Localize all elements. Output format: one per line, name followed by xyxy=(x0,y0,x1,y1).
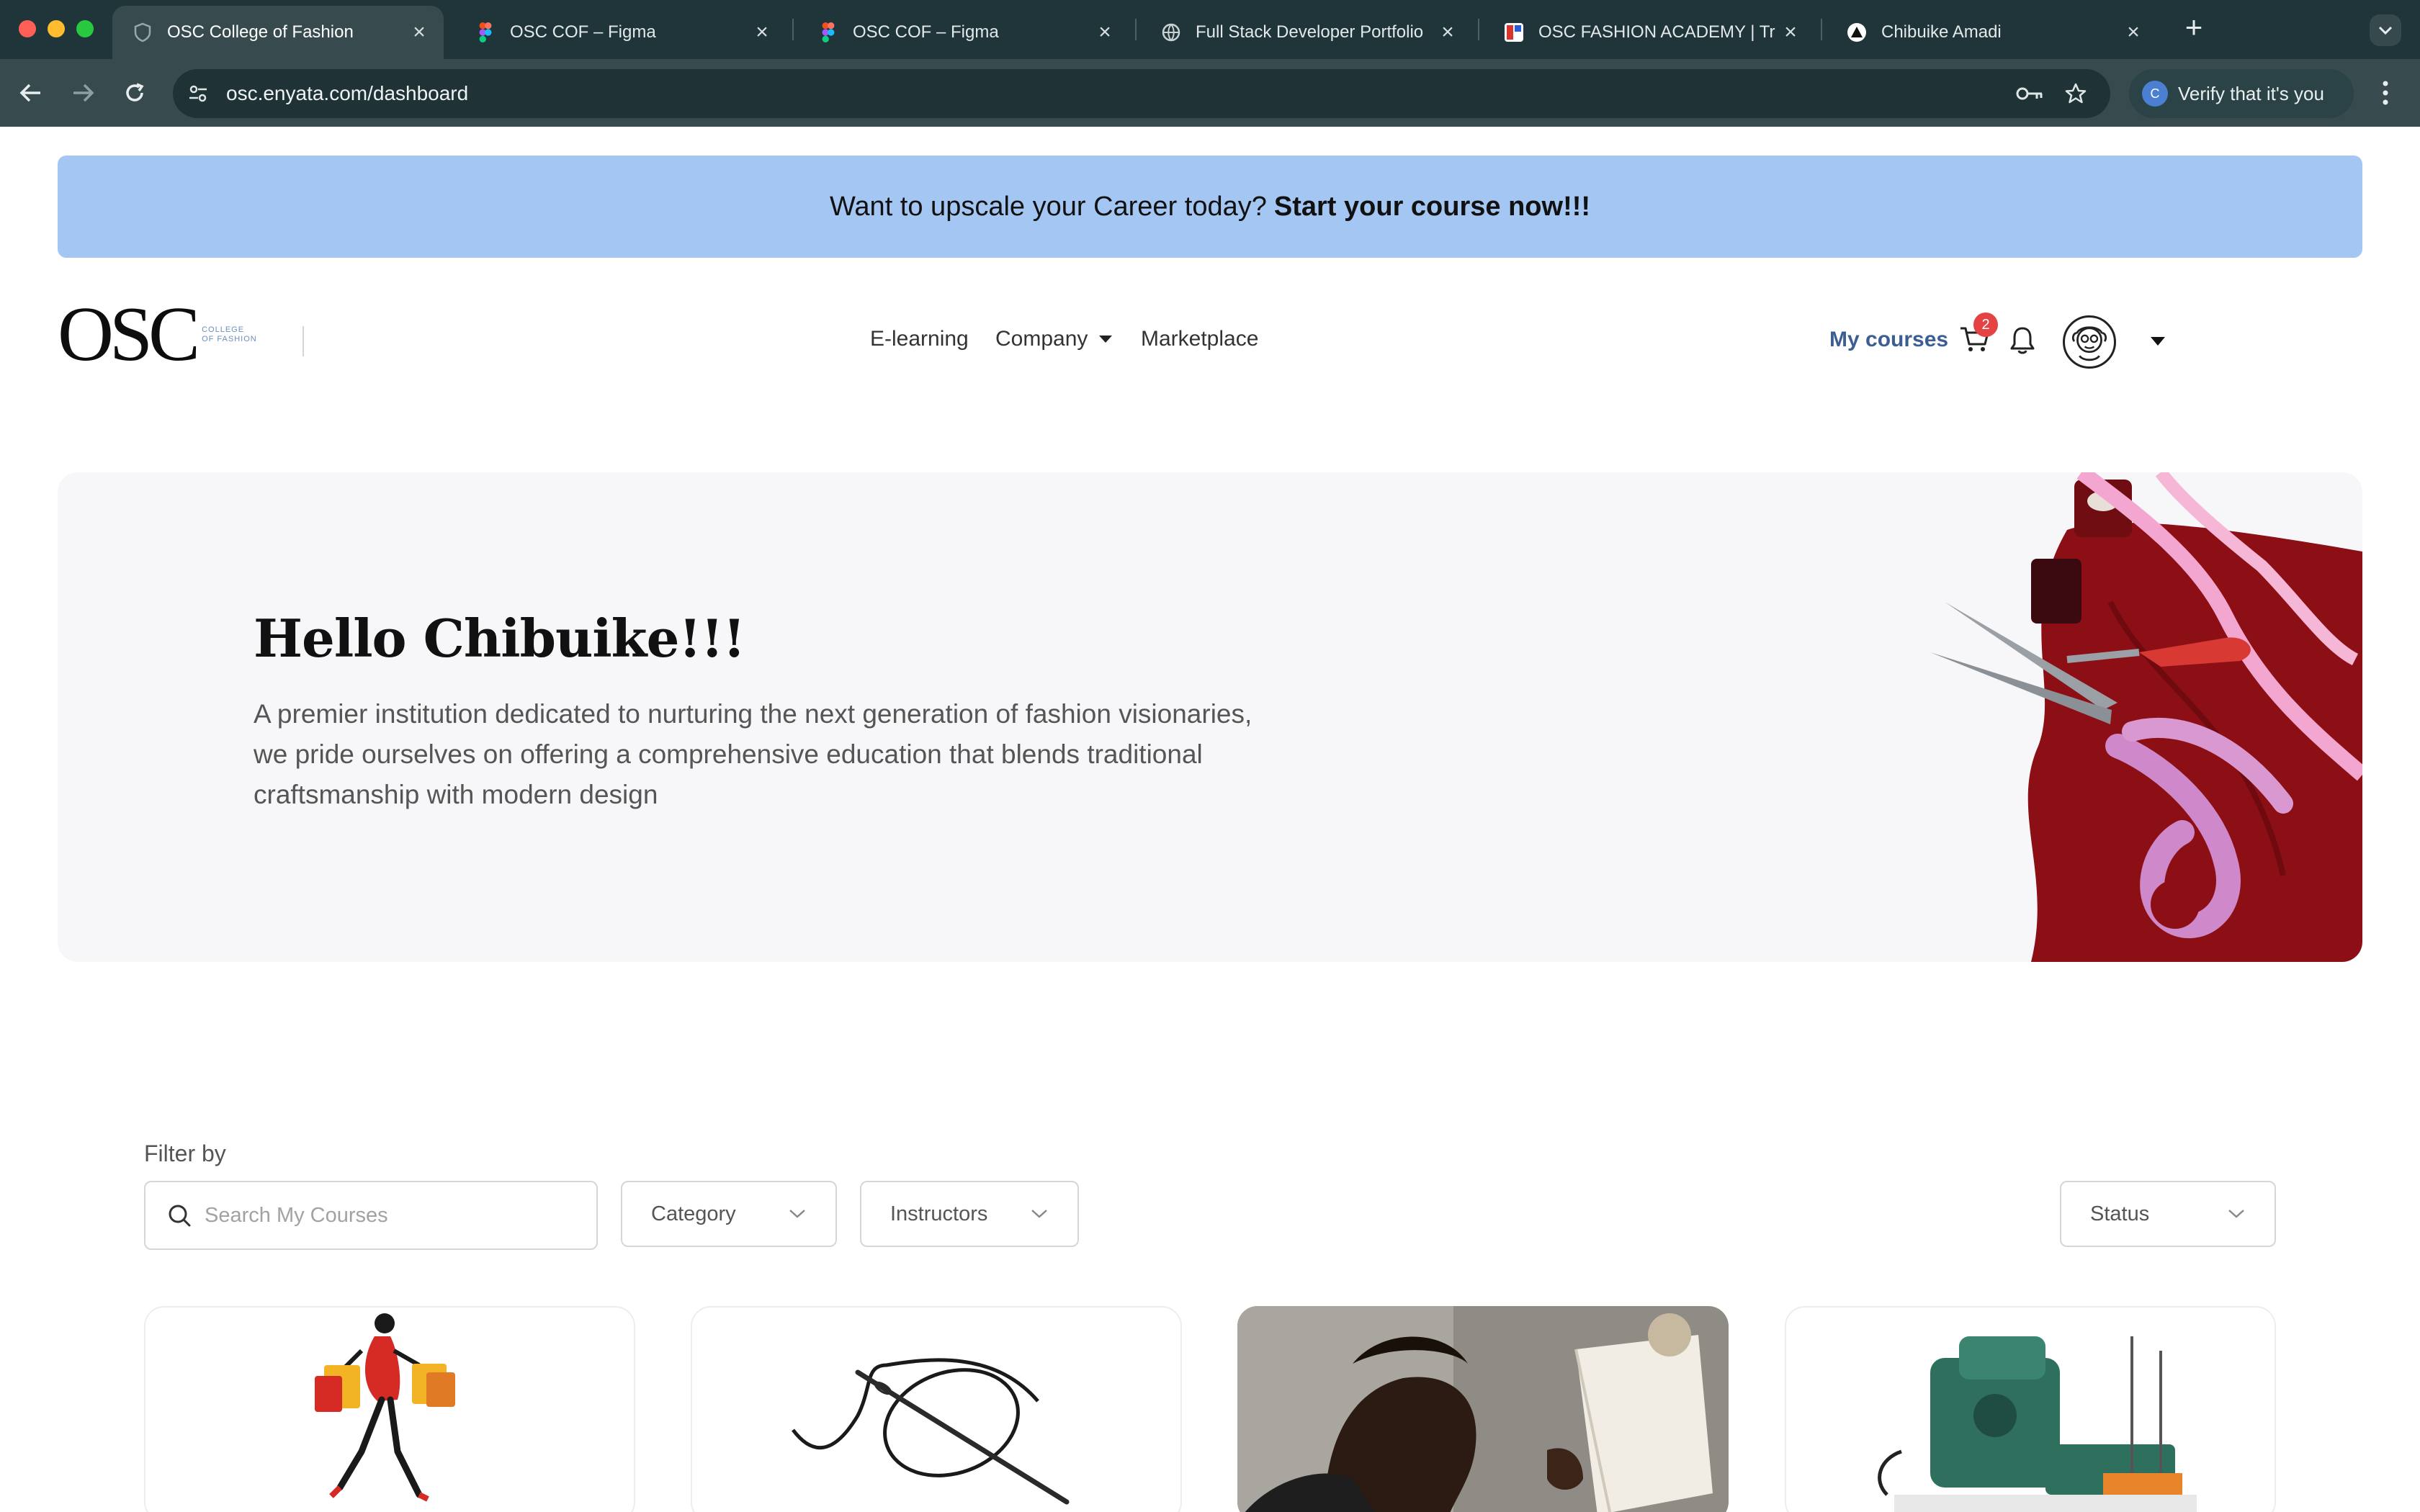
browser-tab[interactable]: Chibuike Amadi × xyxy=(1827,6,2158,59)
academy-icon xyxy=(1504,22,1524,42)
url-text: osc.enyata.com/dashboard xyxy=(226,82,469,104)
tab-title: OSC FASHION ACADEMY | Tr xyxy=(1538,22,1775,42)
tab-separator xyxy=(792,19,794,40)
browser-tab[interactable]: OSC College of Fashion × xyxy=(112,6,444,59)
profile-icon: C xyxy=(2142,81,2168,107)
figma-icon xyxy=(475,22,496,42)
browser-tab[interactable]: OSC COF – Figma × xyxy=(455,6,786,59)
cart-count-badge: 2 xyxy=(1973,312,1998,337)
site-settings-icon[interactable] xyxy=(187,83,209,104)
welcome-hero: Hello Chibuike!!! A premier institution … xyxy=(58,472,2362,962)
shopping-woman-image xyxy=(145,1308,634,1512)
needle-thread-image xyxy=(692,1308,1180,1512)
sewing-machine-image xyxy=(1786,1308,2275,1512)
logo-subtitle-line1: COLLEGE xyxy=(202,325,245,334)
key-icon[interactable] xyxy=(2015,85,2044,102)
window-close-button[interactable] xyxy=(19,20,36,37)
verify-label: Verify that it's you xyxy=(2178,82,2324,104)
hero-greeting: Hello Chibuike!!! xyxy=(254,608,745,669)
arrow-right-icon xyxy=(73,84,94,102)
instructors-dropdown[interactable]: Instructors xyxy=(860,1181,1079,1247)
hero-description: A premier institution dedicated to nurtu… xyxy=(254,699,1252,809)
logo-divider xyxy=(302,326,304,356)
address-bar[interactable]: osc.enyata.com/dashboard xyxy=(173,69,2110,118)
banner-text: Want to upscale your Career today? xyxy=(829,191,1267,222)
back-button[interactable] xyxy=(13,75,49,111)
bookmark-star-icon[interactable] xyxy=(2064,82,2087,105)
nav-marketplace[interactable]: Marketplace xyxy=(1141,327,1258,351)
profile-menu-caret-icon[interactable] xyxy=(2151,337,2165,346)
tab-separator xyxy=(1821,19,1822,40)
chevron-down-icon xyxy=(1031,1210,1047,1218)
nav-elearning[interactable]: E-learning xyxy=(870,327,969,351)
chevron-down-icon xyxy=(2378,26,2393,35)
reload-button[interactable] xyxy=(117,75,153,111)
nav-company[interactable]: Company xyxy=(995,327,1113,351)
tab-separator xyxy=(1478,19,1479,40)
category-label: Category xyxy=(651,1202,736,1225)
close-tab-icon[interactable]: × xyxy=(1090,20,1119,45)
tab-title: OSC College of Fashion xyxy=(167,22,354,42)
browser-toolbar: osc.enyata.com/dashboard C Verify that i… xyxy=(0,59,2420,127)
student-reading-image xyxy=(1237,1306,1729,1512)
search-courses-input[interactable]: Search My Courses xyxy=(144,1181,598,1250)
arrow-left-icon xyxy=(19,84,40,102)
tab-title: OSC COF – Figma xyxy=(510,22,656,42)
close-tab-icon[interactable]: × xyxy=(1776,20,1805,45)
close-tab-icon[interactable]: × xyxy=(1433,20,1462,45)
instructors-label: Instructors xyxy=(890,1202,988,1225)
banner-cta[interactable]: Start your course now!!! xyxy=(1274,192,1590,222)
category-dropdown[interactable]: Category xyxy=(621,1181,837,1247)
osc-logo[interactable]: OSC COLLEGE OF FASHION xyxy=(58,292,257,377)
status-dropdown[interactable]: Status xyxy=(2060,1181,2276,1247)
forward-button[interactable] xyxy=(65,75,101,111)
close-tab-icon[interactable]: × xyxy=(2119,20,2148,45)
nav-elearning-label: E-learning xyxy=(870,327,969,351)
search-placeholder: Search My Courses xyxy=(205,1203,388,1227)
my-courses-link[interactable]: My courses xyxy=(1829,328,1948,352)
chevron-down-icon xyxy=(2228,1210,2244,1218)
browser-tab[interactable]: OSC COF – Figma × xyxy=(798,6,1129,59)
sewing-tools-image xyxy=(1923,472,2362,962)
chevron-down-icon xyxy=(789,1210,805,1218)
window-maximize-button[interactable] xyxy=(76,20,94,37)
user-avatar[interactable] xyxy=(2063,315,2116,369)
search-icon xyxy=(169,1205,191,1227)
nav-marketplace-label: Marketplace xyxy=(1141,327,1259,351)
kebab-menu-icon[interactable] xyxy=(2380,79,2391,107)
bell-icon[interactable] xyxy=(2008,325,2037,356)
triangle-icon xyxy=(1847,22,1867,42)
tab-title: Full Stack Developer Portfolio xyxy=(1196,22,1424,42)
browser-tab[interactable]: Full Stack Developer Portfolio × xyxy=(1141,6,1472,59)
logo-wordmark: OSC xyxy=(58,292,200,377)
browser-tab-bar: OSC College of Fashion × OSC COF – Figma… xyxy=(0,0,2420,59)
close-tab-icon[interactable]: × xyxy=(405,20,434,45)
verify-identity-button[interactable]: C Verify that it's you xyxy=(2129,69,2354,118)
tab-title: Chibuike Amadi xyxy=(1881,22,2002,42)
course-card[interactable] xyxy=(691,1306,1182,1512)
tab-separator xyxy=(1135,19,1137,40)
window-minimize-button[interactable] xyxy=(48,20,65,37)
course-card[interactable] xyxy=(1785,1306,2276,1512)
status-label: Status xyxy=(2090,1202,2150,1225)
globe-icon xyxy=(1161,22,1181,42)
figma-icon xyxy=(818,22,838,42)
logo-subtitle: COLLEGE OF FASHION xyxy=(202,325,257,344)
nav-company-label: Company xyxy=(995,327,1088,351)
course-card[interactable] xyxy=(144,1306,635,1512)
promo-banner[interactable]: Want to upscale your Career today? Start… xyxy=(58,156,2362,258)
caret-down-icon xyxy=(1099,336,1113,343)
shield-icon xyxy=(133,22,153,42)
reload-icon xyxy=(126,83,144,102)
browser-tab[interactable]: OSC FASHION ACADEMY | Tr × xyxy=(1484,6,1815,59)
new-tab-button[interactable]: + xyxy=(2178,12,2210,45)
close-tab-icon[interactable]: × xyxy=(748,20,776,45)
filter-by-label: Filter by xyxy=(144,1140,226,1166)
logo-subtitle-line2: OF FASHION xyxy=(202,335,257,343)
course-card[interactable] xyxy=(1237,1306,1729,1512)
tab-title: OSC COF – Figma xyxy=(853,22,999,42)
tab-search-button[interactable] xyxy=(2370,14,2401,46)
